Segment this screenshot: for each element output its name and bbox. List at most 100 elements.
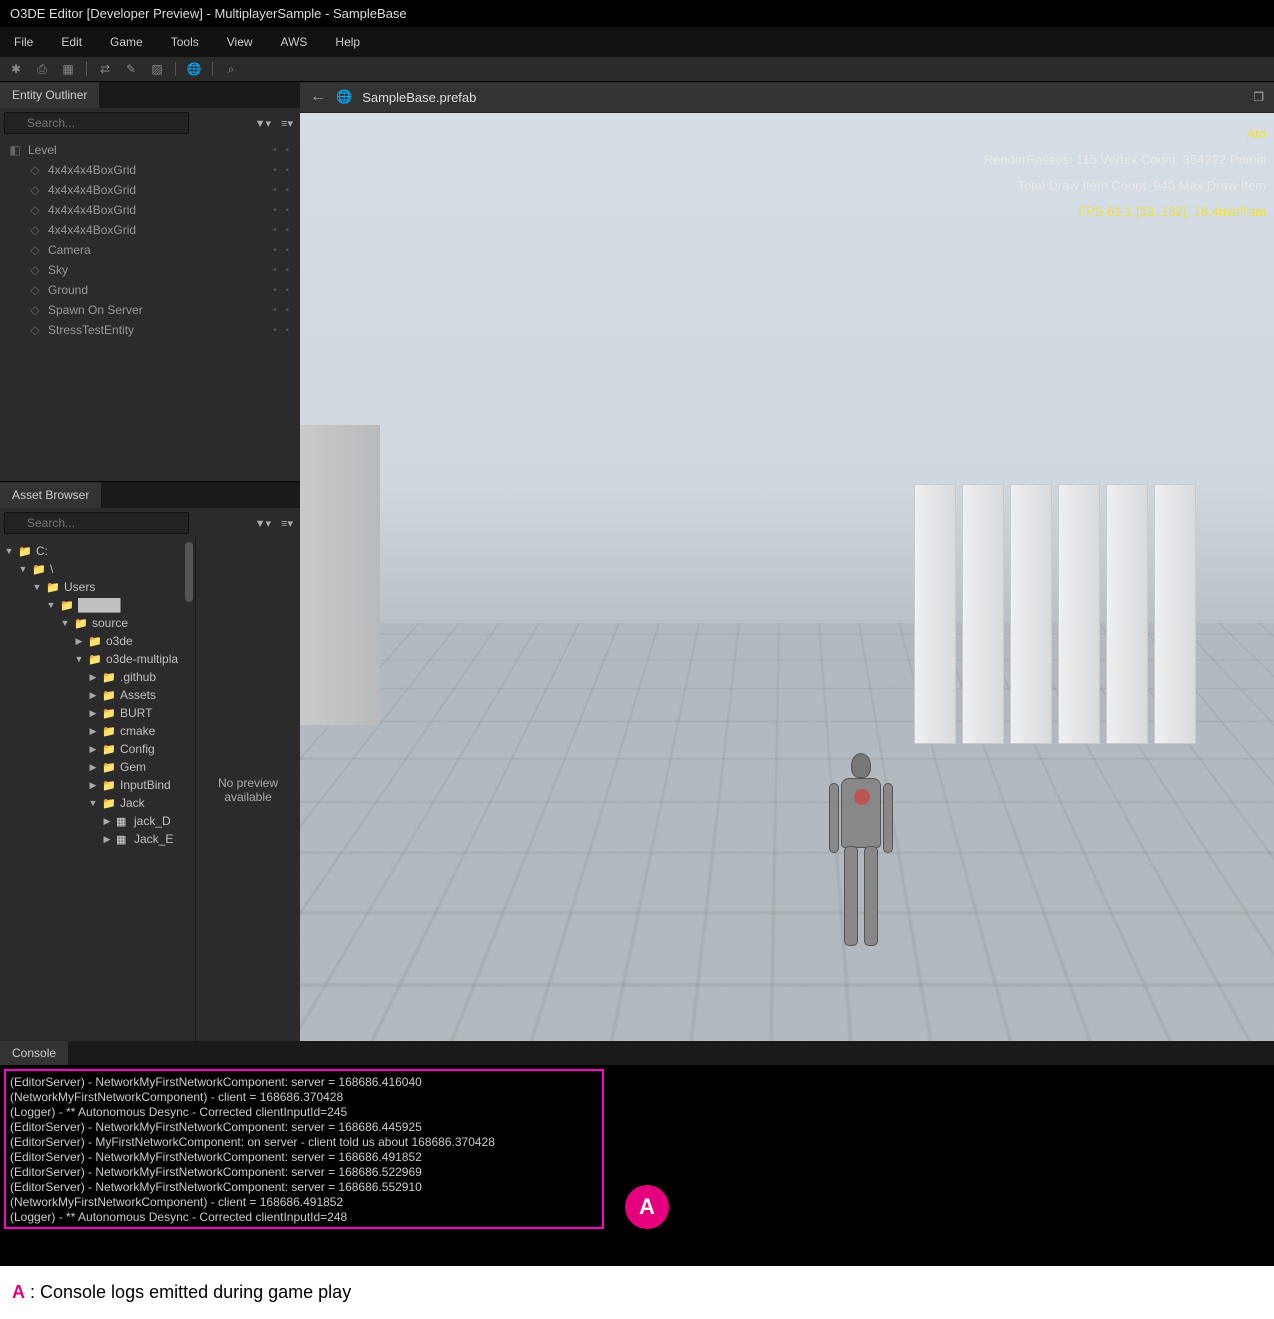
console-line: (EditorServer) - NetworkMyFirstNetworkCo… xyxy=(10,1180,598,1195)
nav-icon[interactable]: ⇄ xyxy=(97,61,113,77)
asset-tree-item[interactable]: ▼📁C: xyxy=(0,542,195,560)
console-output[interactable]: (EditorServer) - NetworkMyFirstNetworkCo… xyxy=(4,1069,604,1229)
globe-icon[interactable]: 🌐 xyxy=(186,61,202,77)
asset-tree-item[interactable]: ▼📁Jack xyxy=(0,794,195,812)
asset-tree[interactable]: ▼📁C:▼📁\▼📁Users▼📁█████▼📁source▶📁o3de▼📁o3d… xyxy=(0,538,195,1041)
asset-tree-item[interactable]: ▶📁o3de xyxy=(0,632,195,650)
console-line: (EditorServer) - MyFirstNetworkComponent… xyxy=(10,1135,598,1150)
console-line: (Logger) - ** Autonomous Desync - Correc… xyxy=(10,1210,598,1225)
menu-help[interactable]: Help xyxy=(321,31,374,53)
asset-tree-item[interactable]: ▼📁Users xyxy=(0,578,195,596)
asset-search-input[interactable] xyxy=(4,512,189,534)
console-line: (Logger) - ** Autonomous Desync - Correc… xyxy=(10,1105,598,1120)
console-line: (EditorServer) - NetworkMyFirstNetworkCo… xyxy=(10,1225,598,1229)
entity-icon: ◇ xyxy=(28,323,42,337)
asset-tree-item[interactable]: ▶📁cmake xyxy=(0,722,195,740)
entity-outliner-panel: Entity Outliner ▼▾ ≡▾ ◧Level• • ◇4x4x4x4… xyxy=(0,82,300,482)
entity-icon: ◇ xyxy=(28,263,42,277)
menubar: File Edit Game Tools View AWS Help xyxy=(0,27,1274,57)
menu-game[interactable]: Game xyxy=(96,31,157,53)
asset-tree-item[interactable]: ▼📁source xyxy=(0,614,195,632)
list-options-icon[interactable]: ≡▾ xyxy=(278,117,296,130)
menu-view[interactable]: View xyxy=(213,31,267,53)
folder-icon: 📁 xyxy=(102,707,116,720)
folder-icon: 📁 xyxy=(102,779,116,792)
toolbar: ✱ ⎙ ▦ ⇄ ✎ ▨ 🌐 ⌕ xyxy=(0,57,1274,82)
asset-browser-panel: Asset Browser ▼▾ ≡▾ ▼📁C:▼📁\▼📁Users▼📁████… xyxy=(0,482,300,1041)
restore-down-icon[interactable]: ❐ xyxy=(1253,90,1264,104)
entity-icon: ◇ xyxy=(28,223,42,237)
separator xyxy=(212,62,213,76)
asset-tree-item[interactable]: ▶▦jack_D xyxy=(0,812,195,830)
asset-tree-item[interactable]: ▼📁█████ xyxy=(0,596,195,614)
folder-icon: 📁 xyxy=(18,545,32,558)
window-titlebar: O3DE Editor [Developer Preview] - Multip… xyxy=(0,0,1274,27)
outliner-entity[interactable]: ◇Sky• • xyxy=(0,260,300,280)
menu-edit[interactable]: Edit xyxy=(47,31,96,53)
outliner-search-input[interactable] xyxy=(4,112,189,134)
prefab-name-label: SampleBase.prefab xyxy=(362,90,476,105)
entity-icon: ◇ xyxy=(28,303,42,317)
asset-tree-item[interactable]: ▶📁Config xyxy=(0,740,195,758)
outliner-entity[interactable]: ◇Ground• • xyxy=(0,280,300,300)
separator xyxy=(175,62,176,76)
asset-tree-item[interactable]: ▶📁Assets xyxy=(0,686,195,704)
outliner-entity[interactable]: ◇4x4x4x4BoxGrid• • xyxy=(0,200,300,220)
play-icon[interactable]: ✱ xyxy=(8,61,24,77)
console-tab[interactable]: Console xyxy=(0,1041,68,1065)
folder-icon: 📁 xyxy=(102,671,116,684)
asset-tree-item[interactable]: ▶📁BURT xyxy=(0,704,195,722)
back-arrow-icon[interactable]: ← xyxy=(310,88,326,106)
file-icon: ▦ xyxy=(116,833,130,846)
outliner-entity[interactable]: ◇4x4x4x4BoxGrid• • xyxy=(0,160,300,180)
terrain-icon[interactable]: ▨ xyxy=(149,61,165,77)
level-root[interactable]: ◧Level• • xyxy=(0,140,300,160)
folder-icon: 📁 xyxy=(60,599,74,612)
asset-tree-item[interactable]: ▼📁o3de-multipla xyxy=(0,650,195,668)
folder-icon: 📁 xyxy=(102,797,116,810)
viewport-3d[interactable]: Ato RenderPasses: 115 Vertex Count: 3542… xyxy=(300,113,1274,1041)
asset-browser-tab[interactable]: Asset Browser xyxy=(0,482,101,508)
list-options-icon[interactable]: ≡▾ xyxy=(278,517,296,530)
outliner-tree: ◧Level• • ◇4x4x4x4BoxGrid• •◇4x4x4x4BoxG… xyxy=(0,138,300,481)
outliner-entity[interactable]: ◇4x4x4x4BoxGrid• • xyxy=(0,220,300,240)
menu-aws[interactable]: AWS xyxy=(267,31,322,53)
folder-icon: 📁 xyxy=(32,563,46,576)
asset-tree-item[interactable]: ▶📁InputBind xyxy=(0,776,195,794)
entity-icon: ◇ xyxy=(28,243,42,257)
scrollbar[interactable] xyxy=(185,542,193,602)
annotation-caption: A : Console logs emitted during game pla… xyxy=(0,1266,1274,1319)
console-line: (NetworkMyFirstNetworkComponent) - clien… xyxy=(10,1195,598,1210)
outliner-entity[interactable]: ◇StressTestEntity• • xyxy=(0,320,300,340)
console-panel: Console (EditorServer) - NetworkMyFirstN… xyxy=(0,1041,1274,1266)
file-icon: ▦ xyxy=(116,815,130,828)
outliner-entity[interactable]: ◇4x4x4x4BoxGrid• • xyxy=(0,180,300,200)
ai-icon[interactable]: ▦ xyxy=(60,61,76,77)
entity-icon: ◇ xyxy=(28,283,42,297)
menu-file[interactable]: File xyxy=(0,31,47,53)
folder-icon: 📁 xyxy=(74,617,88,630)
asset-tree-item[interactable]: ▶📁.github xyxy=(0,668,195,686)
menu-tools[interactable]: Tools xyxy=(157,31,213,53)
save-icon[interactable]: ⎙ xyxy=(34,61,50,77)
filter-icon[interactable]: ▼▾ xyxy=(252,517,274,530)
player-character xyxy=(826,748,896,948)
asset-tree-item[interactable]: ▶📁Gem xyxy=(0,758,195,776)
outliner-entity[interactable]: ◇Spawn On Server• • xyxy=(0,300,300,320)
folder-icon: 📁 xyxy=(102,743,116,756)
entity-icon: ◇ xyxy=(28,163,42,177)
asset-preview: No preview available xyxy=(195,538,300,1041)
outliner-entity[interactable]: ◇Camera• • xyxy=(0,240,300,260)
search-icon[interactable]: ⌕ xyxy=(223,61,239,77)
console-line: (EditorServer) - NetworkMyFirstNetworkCo… xyxy=(10,1165,598,1180)
measure-icon[interactable]: ✎ xyxy=(123,61,139,77)
console-line: (EditorServer) - NetworkMyFirstNetworkCo… xyxy=(10,1150,598,1165)
annotation-badge-a: A xyxy=(625,1185,669,1229)
asset-tree-item[interactable]: ▼📁\ xyxy=(0,560,195,578)
asset-tree-item[interactable]: ▶▦Jack_E xyxy=(0,830,195,848)
filter-icon[interactable]: ▼▾ xyxy=(252,117,274,130)
entity-outliner-tab[interactable]: Entity Outliner xyxy=(0,82,99,108)
scene-pillars xyxy=(914,484,1196,744)
viewport-stats-overlay: Ato RenderPasses: 115 Vertex Count: 3542… xyxy=(984,121,1266,225)
folder-icon: 📁 xyxy=(46,581,60,594)
